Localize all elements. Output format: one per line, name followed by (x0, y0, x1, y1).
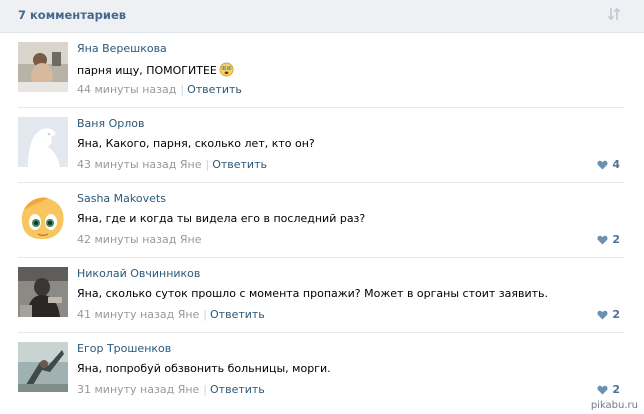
shocked-emoji-icon (219, 62, 234, 77)
reply-to-label[interactable]: Яне (180, 158, 202, 171)
avatar[interactable] (18, 342, 68, 392)
heart-icon (597, 310, 608, 320)
like-count: 2 (612, 308, 620, 321)
comment-text: Яна, Какого, парня, сколько лет, кто он? (77, 137, 315, 150)
comment-meta: 31 минуту назад Яне | Ответить (77, 383, 265, 396)
avatar[interactable] (18, 267, 68, 317)
comment-item: Sasha Makovets Яна, где и когда ты видел… (18, 183, 624, 258)
comment-text: Яна, где и когда ты видела его в последн… (77, 212, 366, 225)
reply-link[interactable]: Ответить (187, 83, 242, 96)
sort-icon[interactable] (606, 6, 622, 22)
comment-item: Ваня Орлов Яна, Какого, парня, сколько л… (18, 108, 624, 183)
comment-author[interactable]: Sasha Makovets (77, 192, 166, 205)
comment-author[interactable]: Яна Верешкова (77, 42, 167, 55)
reply-to-label[interactable]: Яне (180, 233, 202, 246)
comment-time[interactable]: 42 минуты назад (77, 233, 176, 246)
comment-text: Яна, сколько суток прошло с момента проп… (77, 287, 548, 300)
comment-meta: 42 минуты назад Яне (77, 233, 201, 246)
reply-to-label[interactable]: Яне (178, 308, 200, 321)
comment-item: Егор Трошенков Яна, попробуй обзвонить б… (18, 333, 624, 408)
like-count: 2 (612, 383, 620, 396)
heart-icon (597, 385, 608, 395)
reply-link[interactable]: Ответить (212, 158, 267, 171)
comment-meta: 43 минуты назад Яне | Ответить (77, 158, 267, 171)
reply-to-label[interactable]: Яне (178, 383, 200, 396)
reply-link[interactable]: Ответить (210, 383, 265, 396)
comment-item: Яна Верешкова парня ищу, ПОМОГИТЕЕ 44 ми… (18, 33, 624, 108)
comment-time[interactable]: 43 минуты назад (77, 158, 176, 171)
comment-time[interactable]: 44 минуты назад (77, 83, 176, 96)
comment-author[interactable]: Николай Овчинников (77, 267, 200, 280)
comment-meta: 44 минуты назад | Ответить (77, 83, 242, 96)
like-button[interactable]: 4 (597, 158, 620, 171)
avatar[interactable] (18, 192, 68, 242)
avatar[interactable] (18, 117, 68, 167)
avatar[interactable] (18, 42, 68, 92)
comment-author[interactable]: Ваня Орлов (77, 117, 144, 130)
comments-header: 7 комментариев (0, 0, 644, 33)
comment-time[interactable]: 31 минуту назад (77, 383, 174, 396)
comment-item: Николай Овчинников Яна, сколько суток пр… (18, 258, 624, 333)
like-count: 4 (612, 158, 620, 171)
like-button[interactable]: 2 (597, 383, 620, 396)
site-watermark: pikabu.ru (588, 400, 640, 411)
meta-separator: | (205, 158, 210, 171)
like-button[interactable]: 2 (597, 233, 620, 246)
comment-text: парня ищу, ПОМОГИТЕЕ (77, 62, 234, 77)
meta-separator: | (203, 308, 208, 321)
meta-separator: | (180, 83, 185, 96)
comments-count-title: 7 комментариев (18, 8, 127, 22)
meta-separator: | (203, 383, 208, 396)
comment-meta: 41 минуту назад Яне | Ответить (77, 308, 265, 321)
heart-icon (597, 160, 608, 170)
comment-time[interactable]: 41 минуту назад (77, 308, 174, 321)
like-button[interactable]: 2 (597, 308, 620, 321)
like-count: 2 (612, 233, 620, 246)
comment-author[interactable]: Егор Трошенков (77, 342, 171, 355)
comment-text: Яна, попробуй обзвонить больницы, морги. (77, 362, 331, 375)
heart-icon (597, 235, 608, 245)
reply-link[interactable]: Ответить (210, 308, 265, 321)
